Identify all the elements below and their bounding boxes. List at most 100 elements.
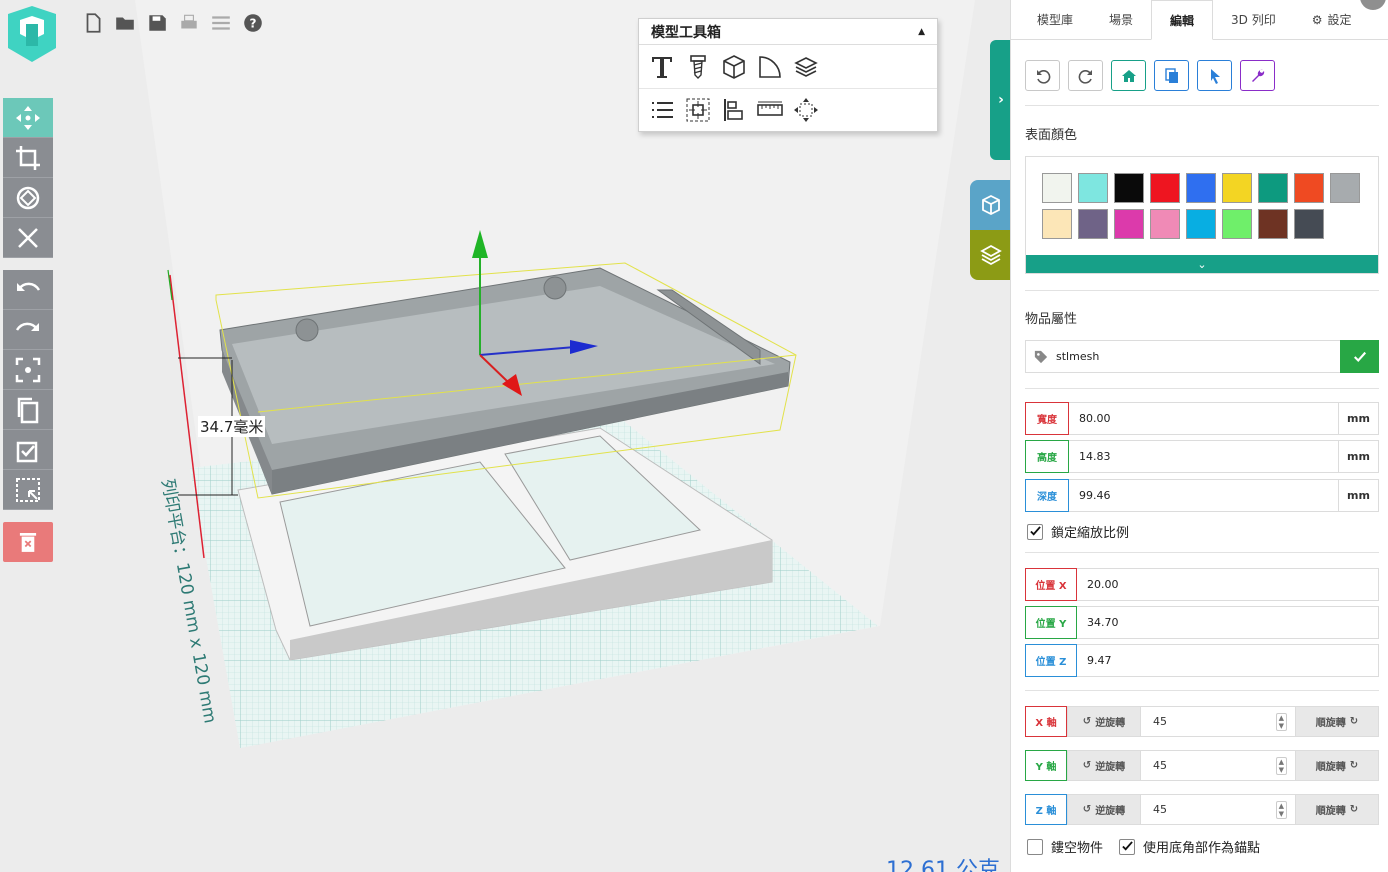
copy-button[interactable]: [3, 390, 53, 430]
help-icon[interactable]: ?: [240, 10, 266, 36]
svg-text:?: ?: [249, 16, 256, 30]
rotate-z-cw-button[interactable]: 順旋轉 ↻: [1295, 794, 1379, 825]
undo-icon: [17, 282, 41, 291]
color-swatch[interactable]: [1042, 209, 1072, 239]
undo-button[interactable]: [1025, 60, 1060, 91]
color-swatch[interactable]: [1150, 209, 1180, 239]
pos-x-label: 位置 X: [1025, 568, 1077, 601]
text-icon[interactable]: [649, 54, 675, 80]
quarter-shape-icon[interactable]: [757, 54, 783, 80]
undo-button[interactable]: [3, 270, 53, 310]
rot-y-input[interactable]: 45 ▲ ▼: [1141, 750, 1295, 781]
tab-model-library[interactable]: 模型庫: [1019, 0, 1091, 39]
chevron-right-icon: ›: [998, 92, 1004, 108]
move-icon: [16, 105, 40, 130]
spinner-icon: ▲ ▼: [1275, 712, 1287, 731]
rot-z-input[interactable]: 45 ▲ ▼: [1141, 794, 1295, 825]
panel-toggle-tab[interactable]: ›: [990, 40, 1010, 160]
color-swatch[interactable]: [1258, 209, 1288, 239]
redo-icon: [15, 322, 39, 331]
color-swatch[interactable]: [1330, 173, 1360, 203]
wrench-button[interactable]: [1240, 60, 1275, 91]
focus-button[interactable]: [3, 350, 53, 390]
width-label: 寬度: [1025, 402, 1069, 435]
3d-viewport[interactable]: 列印平台：120 mm x 120 mm 34.7毫米 ? 模型工具箱 ▲ › …: [0, 0, 1010, 872]
rotate-y-cw-button[interactable]: 順旋轉 ↻: [1295, 750, 1379, 781]
rotate-x-cw-button[interactable]: 順旋轉 ↻: [1295, 706, 1379, 737]
cube-icon[interactable]: [721, 54, 747, 80]
sliders-icon[interactable]: [208, 10, 234, 36]
box-select-button[interactable]: [3, 470, 53, 510]
color-swatch[interactable]: [1186, 209, 1216, 239]
object-name-value[interactable]: stlmesh: [1056, 350, 1340, 363]
new-file-icon[interactable]: [80, 10, 106, 36]
close-tool-button[interactable]: [3, 218, 53, 258]
pointer-button[interactable]: [1197, 60, 1232, 91]
color-swatch[interactable]: [1150, 173, 1180, 203]
width-input[interactable]: 80.00: [1069, 403, 1338, 434]
color-swatch[interactable]: [1222, 209, 1252, 239]
rotate-x-ccw-button[interactable]: ↺ 逆旋轉: [1067, 706, 1141, 737]
app-logo-icon: [8, 6, 56, 62]
color-swatch[interactable]: [1222, 173, 1252, 203]
color-swatch[interactable]: [1078, 173, 1108, 203]
color-swatch[interactable]: [1294, 209, 1324, 239]
rotate-icon: [16, 186, 40, 209]
rot-z-label: Z 軸: [1025, 794, 1067, 825]
crop-tool-button[interactable]: [3, 138, 53, 178]
depth-input[interactable]: 99.46: [1069, 480, 1338, 511]
select-all-button[interactable]: [3, 430, 53, 470]
tab-3d-print[interactable]: 3D 列印: [1213, 0, 1294, 39]
tab-settings[interactable]: ⚙ 設定: [1294, 0, 1370, 39]
tag-icon: [1026, 350, 1056, 364]
copy-icon: [17, 397, 39, 423]
layers-tab[interactable]: [970, 230, 1010, 280]
collapse-icon[interactable]: ▲: [918, 27, 925, 37]
rotate-y-ccw-button[interactable]: ↺ 逆旋轉: [1067, 750, 1141, 781]
color-swatch[interactable]: [1258, 173, 1288, 203]
home-button[interactable]: [1111, 60, 1146, 91]
color-swatch[interactable]: [1114, 209, 1144, 239]
tab-scene[interactable]: 場景: [1091, 0, 1151, 39]
expand-palette-button[interactable]: ⌄: [1026, 255, 1378, 273]
checkbox-checked-icon: [1119, 838, 1135, 855]
rotate-cw-icon: ↻: [1349, 804, 1359, 815]
rot-x-input[interactable]: 45 ▲ ▼: [1141, 706, 1295, 737]
move-tool-button[interactable]: [3, 98, 53, 138]
home-icon: [1121, 69, 1136, 82]
tab-edit[interactable]: 編輯: [1151, 0, 1214, 40]
color-swatch[interactable]: [1042, 173, 1072, 203]
color-swatch[interactable]: [1294, 173, 1324, 203]
hollow-checkbox[interactable]: 鏤空物件: [1027, 837, 1103, 856]
object-name-field[interactable]: stlmesh: [1025, 340, 1379, 373]
confirm-name-button[interactable]: [1340, 340, 1379, 373]
ruler-icon[interactable]: [757, 97, 783, 123]
weight-readout: 12.61 公克: [886, 858, 1000, 872]
print-icon[interactable]: [176, 10, 202, 36]
pos-z-input[interactable]: 9.47: [1077, 645, 1378, 676]
rotate-z-ccw-button[interactable]: ↺ 逆旋轉: [1067, 794, 1141, 825]
open-folder-icon[interactable]: [112, 10, 138, 36]
pos-y-input[interactable]: 34.70: [1077, 607, 1378, 638]
delete-button[interactable]: [3, 522, 53, 562]
redo-button[interactable]: [3, 310, 53, 350]
color-swatch[interactable]: [1078, 209, 1108, 239]
view-cube-tab[interactable]: [970, 180, 1010, 230]
align-icon[interactable]: [721, 97, 747, 123]
center-icon[interactable]: [685, 97, 711, 123]
color-swatch[interactable]: [1114, 173, 1144, 203]
save-icon[interactable]: [144, 10, 170, 36]
anchor-checkbox[interactable]: 使用底角部作為錨點: [1119, 837, 1260, 856]
screw-icon[interactable]: [685, 54, 711, 80]
move-icon[interactable]: [793, 97, 819, 123]
lock-scale-checkbox[interactable]: 鎖定縮放比例: [1027, 522, 1129, 541]
height-input[interactable]: 14.83: [1069, 441, 1338, 472]
color-swatch[interactable]: [1186, 173, 1216, 203]
pos-x-input[interactable]: 20.00: [1077, 569, 1378, 600]
copy-icon: [1164, 67, 1178, 83]
rotate-tool-button[interactable]: [3, 178, 53, 218]
copy-button[interactable]: [1154, 60, 1189, 91]
list-icon[interactable]: [649, 97, 675, 123]
redo-button[interactable]: [1068, 60, 1103, 91]
layers-icon[interactable]: [793, 54, 819, 80]
